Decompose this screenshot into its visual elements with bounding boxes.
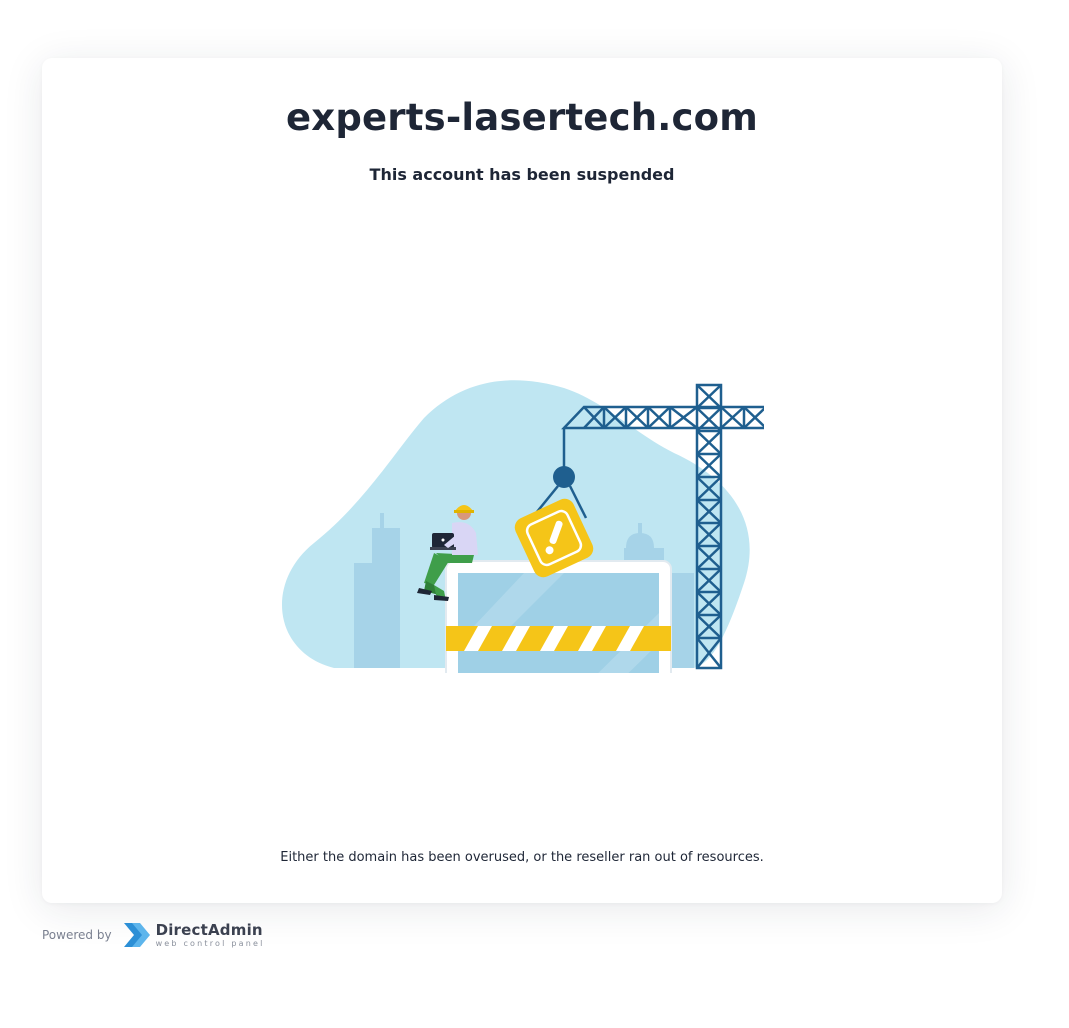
under-construction-illustration-icon [281,380,764,673]
suspended-page: experts-lasertech.com This account has b… [0,0,1069,1028]
powered-by-label: Powered by [42,928,112,942]
powered-by-footer: Powered by DirectAdmin web control panel [42,918,265,952]
suspension-card: experts-lasertech.com This account has b… [42,58,1002,903]
suspension-message: This account has been suspended [369,165,675,184]
directadmin-brand-name: DirectAdmin [155,920,263,939]
directadmin-tagline: web control panel [155,938,265,948]
directadmin-wordmark: DirectAdmin web control panel [155,920,265,948]
domain-title: experts-lasertech.com [285,96,759,139]
directadmin-chevron-icon [123,923,150,947]
suspension-reason: Either the domain has been overused, or … [280,850,764,865]
directadmin-logo-link[interactable]: DirectAdmin web control panel [122,920,265,950]
